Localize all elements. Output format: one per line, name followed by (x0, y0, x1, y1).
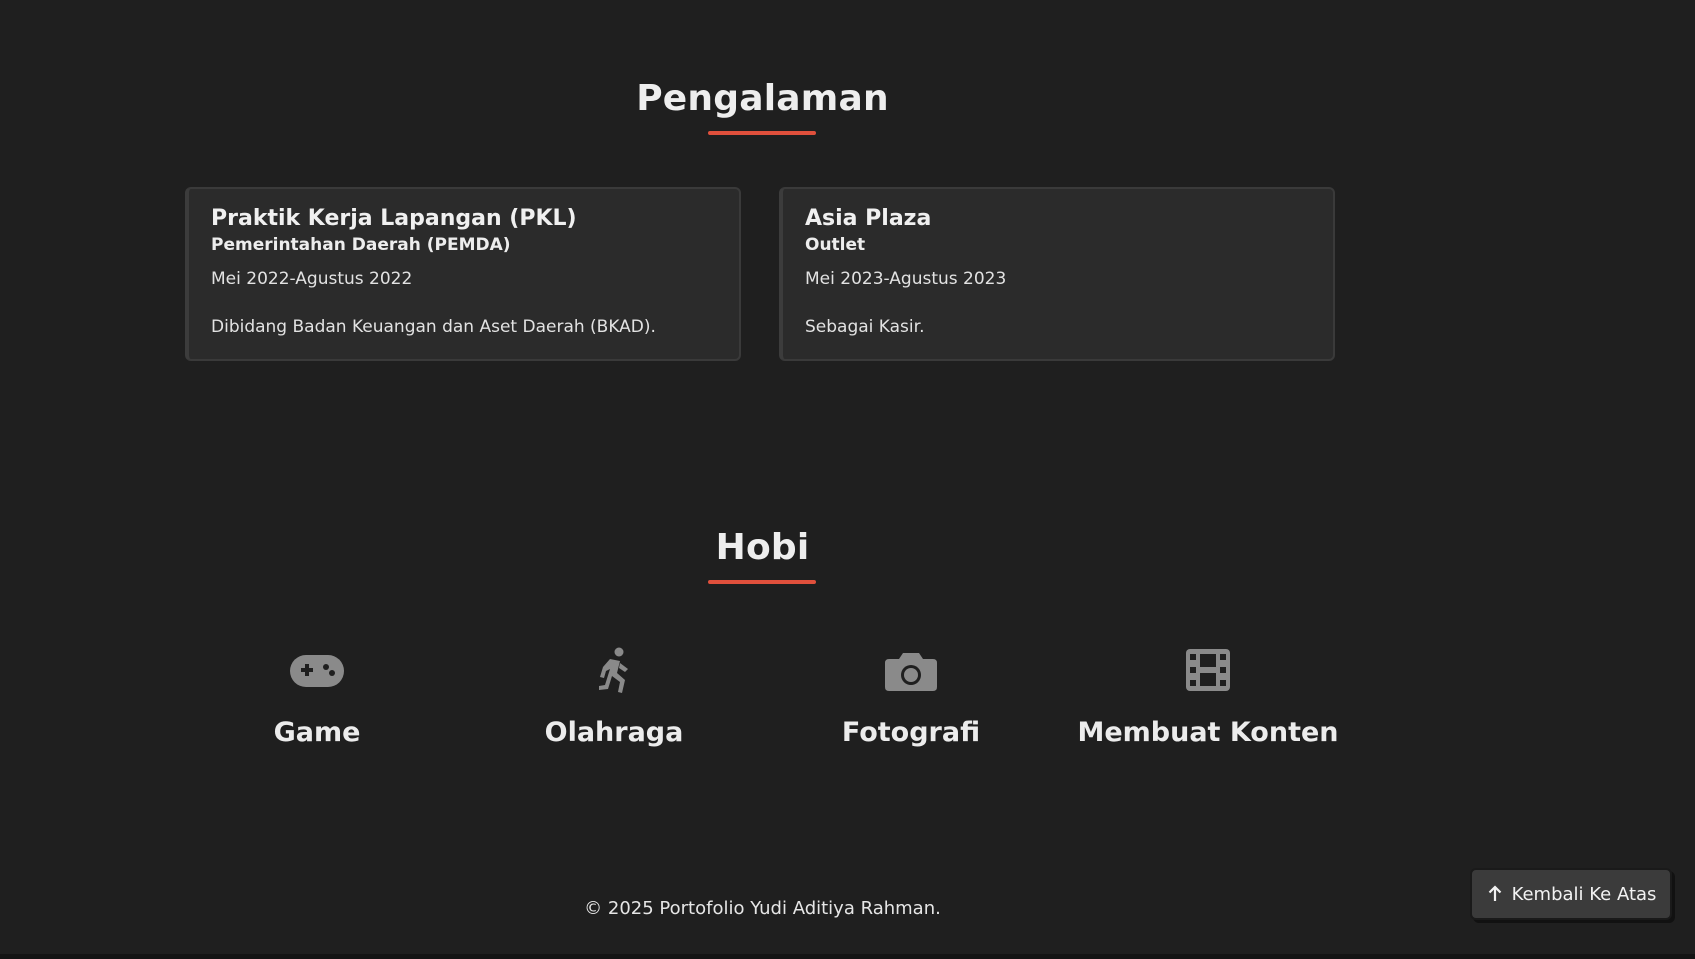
back-to-top-button[interactable]: Kembali Ke Atas (1470, 868, 1672, 920)
experience-period: Mei 2022-Agustus 2022 (211, 268, 413, 289)
camera-icon (885, 653, 937, 691)
hobby-label: Game (273, 717, 361, 748)
running-icon (599, 647, 628, 693)
film-icon (1186, 649, 1230, 691)
hobby-item-olahraga: Olahraga (464, 645, 764, 748)
bottom-edge-strip (0, 954, 1695, 959)
experience-organization: Outlet (805, 234, 866, 255)
gamepad-icon (290, 655, 344, 687)
experience-card-asia-plaza: Asia Plaza Outlet Mei 2023-Agustus 2023 … (779, 187, 1335, 361)
experience-organization: Pemerintahan Daerah (PEMDA) (211, 234, 511, 255)
experience-job-title: Asia Plaza (805, 206, 932, 231)
hobby-label: Olahraga (544, 717, 684, 748)
experience-card-pkl: Praktik Kerja Lapangan (PKL) Pemerintaha… (185, 187, 741, 361)
experience-period: Mei 2023-Agustus 2023 (805, 268, 1007, 289)
back-to-top-label: Kembali Ke Atas (1511, 883, 1657, 905)
portfolio-page: Pengalaman Praktik Kerja Lapangan (PKL) … (0, 0, 1695, 959)
footer-copyright: © 2025 Portofolio Yudi Aditiya Rahman. (584, 898, 941, 919)
experience-heading: Pengalaman (636, 78, 889, 119)
hobbies-heading: Hobi (715, 527, 810, 568)
experience-job-title: Praktik Kerja Lapangan (PKL) (211, 206, 577, 231)
hobby-label: Membuat Konten (1077, 717, 1339, 748)
experience-description: Sebagai Kasir. (805, 316, 925, 337)
hobby-item-membuat-konten: Membuat Konten (1058, 645, 1358, 748)
experience-heading-underline (708, 131, 816, 135)
experience-description: Dibidang Badan Keuangan dan Aset Daerah … (211, 316, 656, 337)
hobbies-heading-underline (708, 580, 816, 584)
arrow-up-icon (1488, 885, 1501, 901)
hobby-label: Fotografi (841, 717, 981, 748)
hobby-item-game: Game (167, 645, 467, 748)
hobby-item-fotografi: Fotografi (761, 645, 1061, 748)
